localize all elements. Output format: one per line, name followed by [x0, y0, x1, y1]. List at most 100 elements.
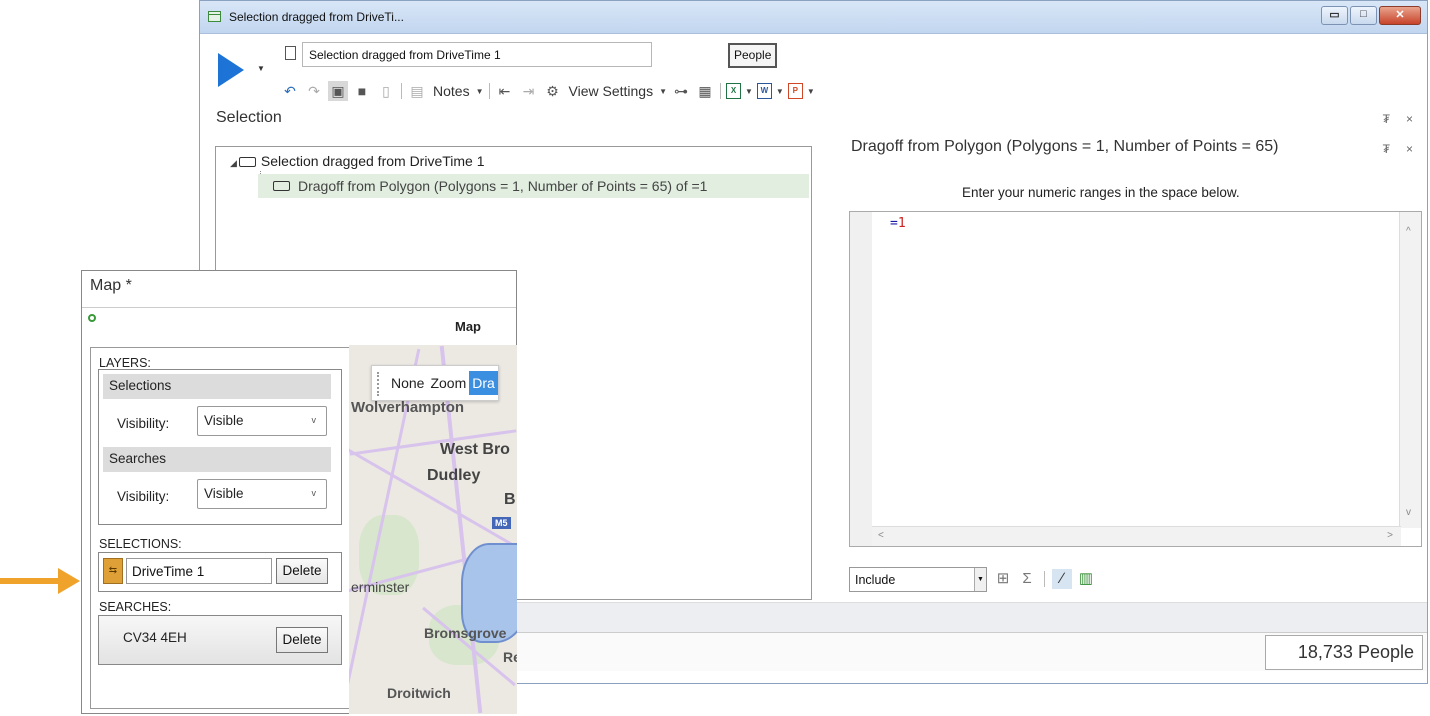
- map-header: Map: [82, 307, 516, 341]
- word-icon[interactable]: W: [756, 83, 772, 99]
- save-icon[interactable]: ■: [352, 81, 372, 101]
- notes-button[interactable]: Notes: [433, 83, 470, 99]
- searches-label: SEARCHES:: [99, 600, 172, 614]
- horizontal-scrollbar[interactable]: < >: [872, 526, 1401, 546]
- tree-node-child[interactable]: Dragoff from Polygon (Polygons = 1, Numb…: [258, 174, 809, 198]
- search-item-label: CV34 4EH: [123, 630, 187, 645]
- powerpoint-icon[interactable]: P: [787, 83, 803, 99]
- excel-icon[interactable]: X: [726, 83, 741, 99]
- instructions-text: Enter your numeric ranges in the space b…: [962, 185, 1240, 200]
- people-button[interactable]: People: [728, 43, 778, 68]
- edit-form-icon[interactable]: ⊞: [993, 569, 1013, 589]
- word-dropdown-icon[interactable]: ▼: [776, 87, 784, 96]
- tree-icon[interactable]: ⊶: [671, 81, 691, 101]
- drag-handle-icon[interactable]: ⇆: [103, 558, 123, 584]
- maximize-icon: □: [1360, 8, 1367, 20]
- editor-gutter: [850, 212, 872, 546]
- visibility-value: Visible: [204, 413, 244, 428]
- undo-icon[interactable]: ↶: [280, 81, 300, 101]
- outdent-icon[interactable]: ⇥: [519, 81, 539, 101]
- scroll-left-icon[interactable]: <: [878, 530, 884, 541]
- town-label: West Bro: [440, 441, 510, 458]
- editor-content[interactable]: =1: [890, 216, 906, 231]
- location-pin-icon: [88, 314, 96, 322]
- visibility-label: Visibility:: [117, 416, 170, 431]
- window-icon: [208, 11, 221, 22]
- delete-search-button[interactable]: Delete: [276, 627, 328, 653]
- pencil-icon[interactable]: ∕: [1052, 569, 1072, 589]
- grid-icon[interactable]: ▥: [1076, 569, 1096, 589]
- collapse-icon[interactable]: ◢: [230, 151, 237, 175]
- town-label: Droitwich: [387, 685, 451, 701]
- chevron-down-icon: v: [311, 415, 317, 425]
- selection-item: ⇆ Delete: [98, 552, 342, 592]
- map-canvas[interactable]: Wolverhampton West Bro Dudley B M5 ermin…: [349, 345, 517, 714]
- clipboard-icon[interactable]: ▤: [407, 81, 427, 101]
- tree-node-root[interactable]: ◢ Selection dragged from DriveTime 1: [230, 149, 485, 173]
- minimize-button[interactable]: ▭: [1321, 6, 1348, 25]
- include-select[interactable]: Include ▼: [849, 567, 987, 592]
- mode-zoom-button[interactable]: Zoom: [427, 371, 469, 395]
- annotation-arrow-icon: [0, 568, 81, 594]
- lock-icon[interactable]: ▣: [328, 81, 348, 101]
- chevron-down-icon: v: [311, 488, 317, 498]
- map-control-panel: LAYERS: Selections Visibility: Visible v…: [90, 347, 350, 709]
- dropdown-icon[interactable]: ▼: [974, 568, 986, 591]
- title-bar: Selection dragged from DriveTi... ▭ □ ✕: [200, 1, 1427, 34]
- maximize-button[interactable]: □: [1350, 6, 1377, 25]
- toolbar-grip-icon[interactable]: [377, 372, 380, 396]
- arrow-head: [58, 568, 80, 594]
- map-label: Map: [455, 319, 481, 334]
- run-dropdown-icon[interactable]: ▼: [257, 64, 265, 73]
- database-icon[interactable]: ▯: [376, 81, 396, 101]
- vertical-scrollbar[interactable]: ^ v: [1399, 212, 1421, 528]
- selection-pane-label: Selection: [216, 109, 282, 126]
- redo-icon[interactable]: ↷: [304, 81, 324, 101]
- pin-icon[interactable]: ₮: [1383, 142, 1390, 156]
- sum-icon[interactable]: Σ: [1017, 569, 1037, 589]
- close-pane-icon[interactable]: ×: [1406, 112, 1413, 126]
- minimize-icon: ▭: [1329, 9, 1340, 21]
- indent-icon[interactable]: ⇤: [495, 81, 515, 101]
- pin-icon[interactable]: ₮: [1383, 112, 1390, 126]
- delete-selection-button[interactable]: Delete: [276, 558, 328, 584]
- toolbar-separator: [1044, 571, 1045, 587]
- toolbar-separator: [720, 83, 721, 99]
- selection-name-field[interactable]: [126, 558, 272, 584]
- view-settings-dropdown-icon[interactable]: ▼: [659, 87, 667, 96]
- search-item: CV34 4EH Delete: [98, 615, 342, 665]
- selections-visibility-select[interactable]: Visible v: [197, 406, 327, 436]
- map-window: Map * Map LAYERS: Selections Visibility:…: [81, 270, 517, 714]
- close-pane-icon[interactable]: ×: [1406, 142, 1413, 156]
- notes-dropdown-icon[interactable]: ▼: [476, 87, 484, 96]
- mode-none-button[interactable]: None: [388, 371, 427, 395]
- toolbar: ↶ ↷ ▣ ■ ▯ ▤ Notes ▼ ⇤ ⇥ ⚙ View Settings …: [278, 80, 817, 102]
- selection-name-input[interactable]: [302, 42, 652, 67]
- searches-visibility-select[interactable]: Visible v: [197, 479, 327, 509]
- run-icon[interactable]: [218, 53, 244, 87]
- editor-tools: ⊞ Σ ∕ ▥: [993, 569, 1096, 589]
- people-count: 18,733 People: [1265, 635, 1423, 670]
- powerpoint-dropdown-icon[interactable]: ▼: [807, 87, 815, 96]
- range-editor[interactable]: =1 ^ v < >: [849, 211, 1422, 547]
- table-icon[interactable]: ▦: [695, 81, 715, 101]
- scroll-right-icon[interactable]: >: [1387, 530, 1393, 541]
- layers-label: LAYERS:: [99, 356, 151, 370]
- town-label: Dudley: [427, 467, 481, 484]
- scroll-down-icon[interactable]: v: [1406, 507, 1411, 518]
- town-label: B: [504, 491, 516, 508]
- view-settings-button[interactable]: View Settings: [569, 83, 654, 99]
- close-button[interactable]: ✕: [1379, 6, 1421, 25]
- include-select-value: Include: [855, 573, 896, 587]
- tree-node-label: Dragoff from Polygon (Polygons = 1, Numb…: [298, 178, 708, 194]
- excel-dropdown-icon[interactable]: ▼: [745, 87, 753, 96]
- document-icon: [285, 46, 296, 60]
- detail-pane-title: Dragoff from Polygon (Polygons = 1, Numb…: [851, 138, 1279, 155]
- mode-draw-button[interactable]: Dra: [469, 371, 498, 395]
- visibility-label: Visibility:: [117, 489, 170, 504]
- map-mode-toolbar: None Zoom Dra: [371, 365, 499, 401]
- settings-icon[interactable]: ⚙: [543, 81, 563, 101]
- map-window-title: Map *: [90, 277, 132, 294]
- editor-value: 1: [897, 216, 906, 231]
- scroll-up-icon[interactable]: ^: [1406, 226, 1411, 237]
